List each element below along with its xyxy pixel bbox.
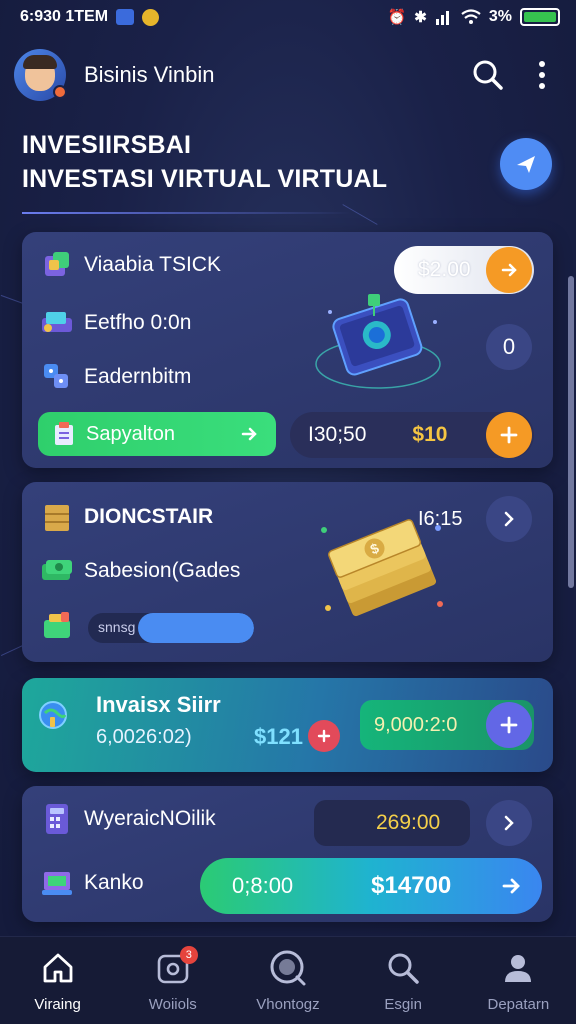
plus-icon	[500, 426, 518, 444]
progress-label: snnsg	[98, 619, 136, 635]
nav-item-search[interactable]: Esgin	[348, 948, 458, 1013]
nav-item-photos[interactable]: 3 Woiiols	[118, 946, 228, 1013]
progress-bar: snnsg	[88, 613, 254, 643]
battery-icon	[520, 8, 560, 26]
nav-item-profile[interactable]: Depatarn	[463, 948, 573, 1013]
investment-card-1: Viaabia TSICK Eetfho 0:0n Eadernbitm $2.…	[22, 232, 553, 468]
cta-left-value: 0;8:00	[232, 873, 294, 898]
investment-card-4: WyeraicNOilik Kanko 269:00 0;8:00 $14700	[22, 786, 553, 922]
nav-label: Esgin	[384, 996, 422, 1013]
battery-percent: 3%	[488, 8, 512, 25]
card2-row2: Sabesion(Gades	[84, 559, 241, 582]
apply-button[interactable]: Sapyalton	[38, 412, 276, 456]
nav-label: Woiiols	[148, 996, 197, 1013]
avatar-status-badge	[53, 85, 67, 99]
count-button[interactable]: 0	[486, 324, 532, 370]
send-button[interactable]	[500, 138, 552, 190]
notification-badge: 3	[179, 946, 198, 964]
price-pill-value: $2.00	[418, 258, 471, 281]
card1-title: Viaabia TSICK	[84, 253, 221, 276]
card3-add-button[interactable]	[486, 702, 532, 748]
plus-icon	[317, 729, 331, 743]
amount-right: $10	[412, 423, 448, 446]
laptop-icon	[40, 868, 74, 898]
signal-icon	[435, 11, 449, 25]
invest-cta-button[interactable]: 0;8:00 $14700	[200, 858, 542, 914]
background-line	[342, 204, 378, 225]
calculator-icon	[40, 804, 74, 834]
time-value: I6:15	[418, 508, 463, 530]
card4-row2: Kanko	[84, 871, 144, 894]
notification-dot-icon	[142, 8, 160, 26]
count-value: 0	[502, 334, 516, 359]
home-icon	[43, 953, 72, 983]
investment-card-3: Invaisx Siirr 6,0026:02) $121 9,000:2:0	[22, 678, 553, 772]
more-vertical-icon	[539, 61, 545, 89]
phone-chart-illustration	[315, 294, 441, 389]
card3-subtitle: 6,0026:02)	[96, 726, 192, 748]
card3-amount: $121	[254, 724, 303, 749]
crate-icon	[40, 502, 74, 532]
clipboard-icon	[55, 422, 73, 445]
card3-title: Invaisx Siirr	[96, 692, 221, 717]
card4-value: 269:00	[376, 811, 441, 834]
card4-next-button[interactable]	[486, 800, 532, 846]
nav-item-home[interactable]: Viraing	[3, 948, 113, 1013]
value-field-text: 9,000:2:0	[374, 713, 458, 736]
nav-item-explore[interactable]: Vhontogz	[233, 948, 343, 1013]
avatar[interactable]	[14, 49, 67, 101]
more-button[interactable]	[522, 55, 562, 95]
price-go-button[interactable]	[486, 247, 532, 293]
card2-title: DIONCSTAIR	[84, 505, 214, 528]
card4-value-pill: 269:00	[314, 800, 470, 846]
nav-label: Depatarn	[487, 996, 550, 1013]
search-icon	[473, 60, 503, 90]
background-line	[0, 644, 24, 657]
scrollbar[interactable]	[568, 276, 574, 588]
cash-icon	[40, 556, 74, 586]
search-button[interactable]	[468, 55, 508, 95]
send-icon	[517, 156, 535, 173]
nav-label: Viraing	[34, 996, 81, 1013]
chevron-right-icon	[504, 815, 514, 831]
page-title: INVESIIRSBAI INVESTASI VIRTUAL VIRTUAL	[22, 128, 387, 196]
bottom-nav: Viraing 3 Woiiols Vhontogz Esgin Depatar…	[0, 936, 576, 1024]
dice-icon	[40, 362, 74, 392]
arrow-right-icon	[502, 878, 520, 894]
investment-card-2: DIONCSTAIR Sabesion(Gades snnsg $ I6:15	[22, 482, 553, 662]
add-button[interactable]	[486, 412, 532, 458]
wifi-icon	[461, 9, 481, 24]
toolbox-icon	[40, 610, 74, 640]
card1-row2: Eetfho 0:0n	[84, 311, 192, 334]
remove-button[interactable]	[308, 720, 340, 752]
nav-label: Vhontogz	[256, 996, 320, 1013]
app-square-icon	[116, 9, 135, 25]
search-icon	[388, 953, 419, 984]
person-icon	[505, 955, 532, 982]
card4-title: WyeraicNOilik	[84, 807, 216, 830]
chevron-right-icon	[504, 511, 514, 527]
search-circle-icon	[270, 950, 306, 986]
title-divider	[22, 212, 352, 214]
progress-fill	[137, 613, 254, 643]
arrow-right-icon	[241, 427, 257, 441]
app-header: Bisinis Vinbin	[0, 40, 576, 110]
status-time: 6:930 1TEM	[20, 8, 109, 25]
card2-next-button[interactable]	[486, 496, 532, 542]
card1-row3: Eadernbitm	[84, 365, 192, 388]
globe-icon	[36, 700, 70, 730]
cta-right-value: $14700	[371, 872, 452, 899]
page-title-line2: INVESTASI VIRTUAL VIRTUAL	[22, 165, 388, 193]
arrow-right-icon	[501, 263, 517, 277]
amount-left: I30;50	[308, 423, 367, 446]
status-bar: 6:930 1TEM ⏰ ✱ 3%	[0, 0, 576, 34]
device-icon	[40, 308, 74, 338]
cube-icon	[40, 250, 74, 280]
app-title: Bisinis Vinbin	[84, 62, 215, 87]
apply-button-label: Sapyalton	[86, 422, 175, 445]
bluetooth-icon: ✱	[414, 9, 427, 26]
plus-icon	[500, 716, 518, 734]
alarm-icon: ⏰	[387, 9, 407, 26]
page-title-line1: INVESIIRSBAI	[22, 131, 192, 159]
